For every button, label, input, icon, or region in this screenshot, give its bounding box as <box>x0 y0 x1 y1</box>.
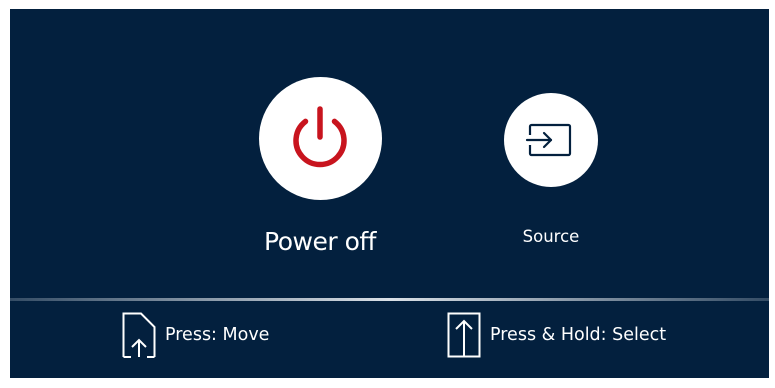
source-label: Source <box>522 227 580 246</box>
power-off-option[interactable]: Power off <box>197 77 443 256</box>
press-hold-select-icon <box>447 312 481 358</box>
source-button[interactable] <box>504 93 598 187</box>
press-move-icon <box>122 312 156 358</box>
hint-press-move: Press: Move <box>121 311 269 359</box>
hint-divider <box>10 298 769 301</box>
source-input-icon <box>525 123 572 157</box>
power-menu-screen: Power off Source Press: Move Press & Hol… <box>10 9 769 378</box>
hint-press-hold-select: Press & Hold: Select <box>446 311 666 359</box>
power-off-label: Power off <box>264 227 376 256</box>
hint-press-move-label: Press: Move <box>165 325 270 345</box>
power-icon <box>293 105 347 167</box>
hint-press-hold-select-label: Press & Hold: Select <box>490 325 667 345</box>
source-option[interactable]: Source <box>456 93 646 246</box>
power-off-button[interactable] <box>258 77 382 200</box>
